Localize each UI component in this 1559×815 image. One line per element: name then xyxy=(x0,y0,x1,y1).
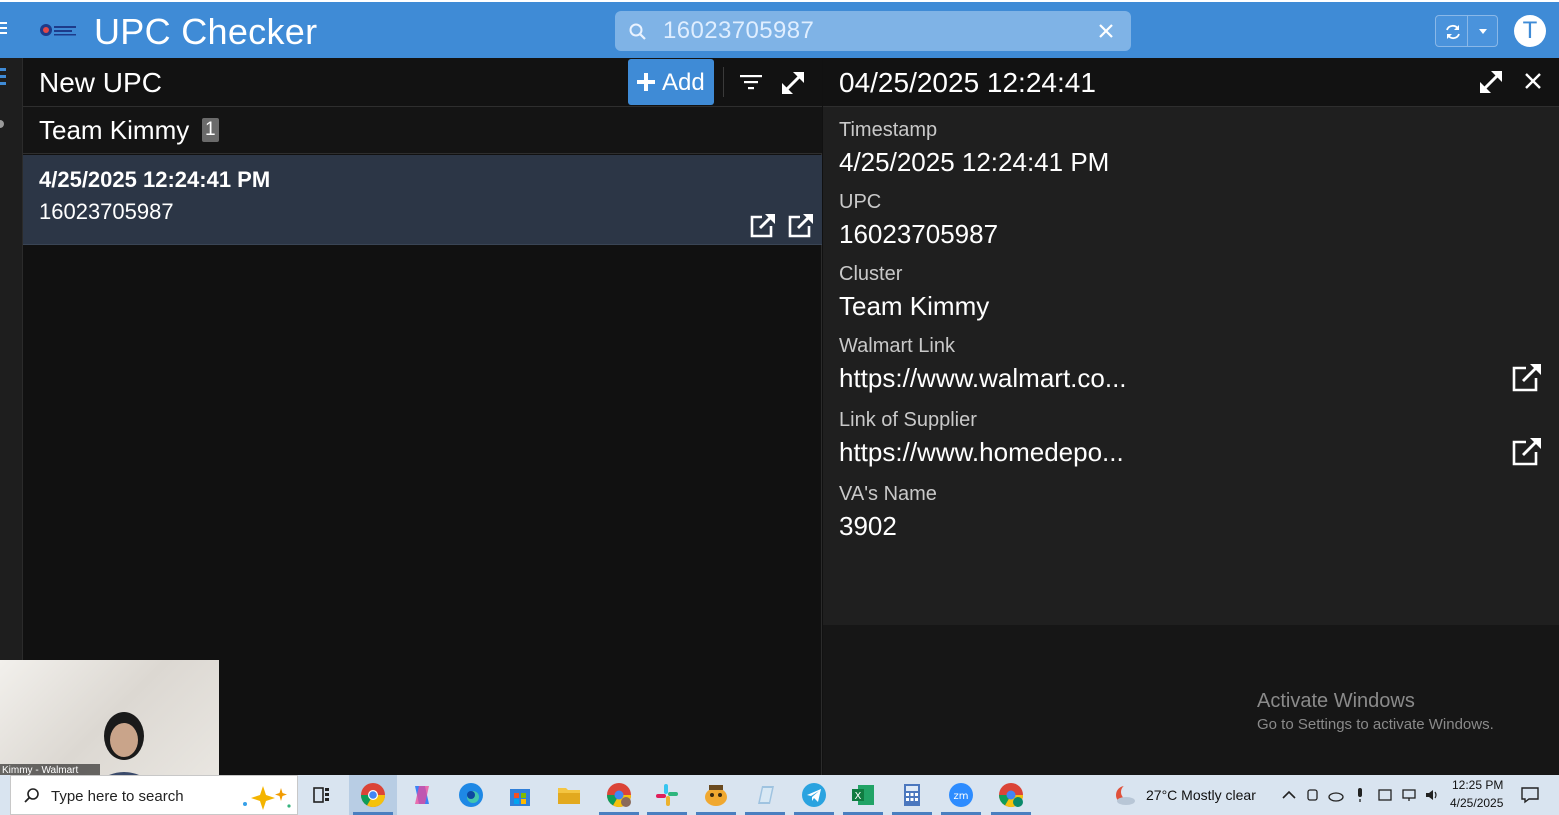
field-value-supplier-link[interactable]: https://www.homedepo... xyxy=(839,437,1124,468)
detail-title: 04/25/2025 12:24:41 xyxy=(839,67,1096,98)
windows-taskbar: Type here to search X zm 27°C Mostly cle… xyxy=(0,775,1559,815)
field-label-walmart-link: Walmart Link xyxy=(839,335,955,357)
search-value[interactable]: 16023705987 xyxy=(663,17,814,45)
search-icon xyxy=(629,23,646,40)
chevron-down-icon[interactable] xyxy=(1478,28,1488,36)
excel-icon[interactable]: X xyxy=(848,780,878,810)
field-label-timestamp: Timestamp xyxy=(839,119,938,141)
external-link-icon[interactable] xyxy=(1511,437,1543,467)
list-title: New UPC xyxy=(39,67,162,98)
filter-icon[interactable] xyxy=(740,72,762,92)
group-count-badge: 1 xyxy=(202,118,219,142)
app-top-bar: UPC Checker 16023705987 T xyxy=(0,0,1559,58)
nav-indicator-icon[interactable] xyxy=(0,120,4,128)
onedrive-icon[interactable] xyxy=(1328,787,1344,803)
volume-icon[interactable] xyxy=(1424,787,1440,803)
group-header[interactable]: Team Kimmy 1 xyxy=(23,107,822,154)
taskbar-search-placeholder: Type here to search xyxy=(51,788,184,805)
detail-empty-area xyxy=(823,625,1559,775)
list-item[interactable]: 4/25/2025 12:24:41 PM 16023705987 xyxy=(23,155,822,245)
zoom-icon[interactable]: zm xyxy=(946,780,976,810)
detail-panel: 04/25/2025 12:24:41 Timestamp 4/25/2025 … xyxy=(823,58,1559,775)
list-icon[interactable] xyxy=(0,68,8,90)
sync-divider xyxy=(1467,16,1468,46)
weather-moon-icon[interactable] xyxy=(1114,783,1138,807)
company-logo xyxy=(40,24,76,36)
menu-icon[interactable] xyxy=(0,22,8,36)
copilot-icon[interactable] xyxy=(407,780,437,810)
field-label-va-name: VA's Name xyxy=(839,483,937,505)
plus-icon xyxy=(637,73,655,91)
field-value-va-name: 3902 xyxy=(839,511,897,541)
edge-icon[interactable] xyxy=(456,780,486,810)
header-divider xyxy=(723,67,724,97)
chrome-profile-icon[interactable] xyxy=(604,780,634,810)
field-value-cluster: Team Kimmy xyxy=(839,291,990,321)
add-button[interactable]: Add xyxy=(628,59,714,105)
add-button-label: Add xyxy=(662,69,705,96)
external-link-icon[interactable] xyxy=(1511,363,1543,393)
group-title: Team Kimmy xyxy=(39,115,190,145)
clear-search-icon[interactable] xyxy=(1097,22,1115,40)
field-value-walmart-link[interactable]: https://www.walmart.co... xyxy=(839,363,1127,394)
calculator-icon[interactable] xyxy=(897,780,927,810)
store-icon[interactable] xyxy=(505,780,535,810)
field-value-upc: 16023705987 xyxy=(839,219,999,249)
notification-icon[interactable] xyxy=(1520,786,1540,804)
webcam-overlay[interactable]: Kimmy - Walmart xyxy=(0,660,219,775)
vpn-icon[interactable] xyxy=(1377,787,1393,803)
expand-icon[interactable] xyxy=(779,69,807,97)
activate-windows-subtitle: Go to Settings to activate Windows. xyxy=(1257,716,1494,733)
svg-text:X: X xyxy=(855,791,862,802)
notes-icon[interactable] xyxy=(750,780,780,810)
webcam-name-label: Kimmy - Walmart xyxy=(0,764,100,775)
upc-checker-window: UPC Checker 16023705987 T New UPC Add Te… xyxy=(0,0,1559,815)
taskbar-date[interactable]: 4/25/2025 xyxy=(1450,796,1503,810)
external-link-icon[interactable] xyxy=(749,213,777,239)
field-label-cluster: Cluster xyxy=(839,263,903,285)
chrome-icon[interactable] xyxy=(358,780,388,810)
file-explorer-icon[interactable] xyxy=(554,780,584,810)
chrome-t-icon[interactable] xyxy=(996,780,1026,810)
taskbar-time[interactable]: 12:25 PM xyxy=(1452,778,1503,792)
expand-icon[interactable] xyxy=(1477,68,1505,96)
network-icon[interactable] xyxy=(1401,787,1417,803)
svg-text:zm: zm xyxy=(954,791,969,802)
external-link-icon[interactable] xyxy=(787,213,815,239)
user-avatar[interactable]: T xyxy=(1514,15,1546,47)
activate-windows-title: Activate Windows xyxy=(1257,690,1415,712)
sync-icon[interactable] xyxy=(1443,22,1463,42)
field-value-timestamp: 4/25/2025 12:24:41 PM xyxy=(839,147,1110,177)
app-title: UPC Checker xyxy=(94,11,318,52)
telegram-icon[interactable] xyxy=(799,780,829,810)
slack-icon[interactable] xyxy=(652,780,682,810)
field-label-supplier-link: Link of Supplier xyxy=(839,409,977,431)
item-upc: 16023705987 xyxy=(39,199,174,224)
item-timestamp: 4/25/2025 12:24:41 PM xyxy=(39,167,271,192)
detail-header: 04/25/2025 12:24:41 xyxy=(823,58,1559,107)
game-icon[interactable] xyxy=(701,780,731,810)
sparkle-icon xyxy=(243,786,291,810)
close-icon[interactable] xyxy=(1524,72,1542,90)
weather-text[interactable]: 27°C Mostly clear xyxy=(1146,787,1256,803)
taskbar-search[interactable]: Type here to search xyxy=(10,775,298,815)
sync-button-group xyxy=(1435,15,1498,47)
meet-now-icon[interactable] xyxy=(1305,787,1321,803)
search-icon xyxy=(24,788,39,803)
list-header: New UPC Add xyxy=(23,58,822,107)
field-label-upc: UPC xyxy=(839,191,882,213)
search-input[interactable]: 16023705987 xyxy=(615,11,1131,51)
chevron-up-icon[interactable] xyxy=(1281,787,1297,803)
detail-fields: Timestamp 4/25/2025 12:24:41 PM UPC 1602… xyxy=(823,107,1559,625)
task-view-icon[interactable] xyxy=(306,780,336,810)
microphone-icon[interactable] xyxy=(1352,787,1368,803)
